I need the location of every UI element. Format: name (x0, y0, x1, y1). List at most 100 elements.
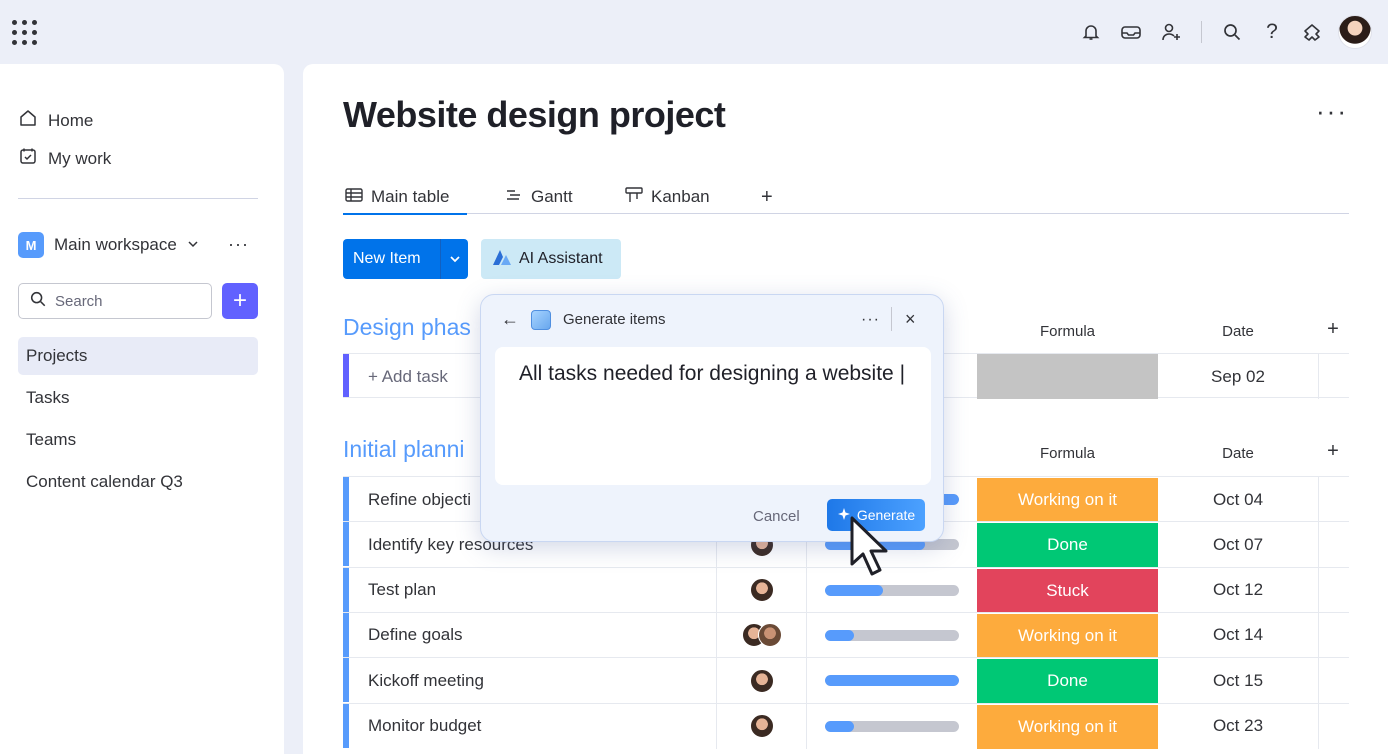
sidebar-item-teams[interactable]: Teams (18, 421, 258, 459)
tab-kanban[interactable]: Kanban (625, 182, 710, 212)
new-item-button[interactable]: New Item (343, 239, 468, 279)
avatar (757, 623, 782, 648)
empty-cell (1318, 567, 1349, 613)
progress-fill (824, 720, 854, 732)
date-cell[interactable]: Oct 04 (1158, 477, 1318, 522)
sidebar-item-label: Content calendar Q3 (26, 472, 183, 491)
date-cell[interactable]: Oct 07 (1158, 522, 1318, 567)
view-tabs: Main table Gantt Kanban + (342, 178, 1349, 215)
add-view-button[interactable]: + (761, 182, 773, 212)
group-color-bar (343, 354, 349, 397)
gantt-icon (505, 187, 523, 208)
back-arrow-icon[interactable]: ← (501, 309, 519, 330)
apps-icon[interactable] (1298, 18, 1326, 46)
group-title[interactable]: Design phas (343, 314, 471, 341)
group-color-bar (343, 703, 349, 748)
inbox-icon[interactable] (1117, 18, 1145, 46)
empty-cell (1318, 354, 1349, 399)
generate-items-icon (531, 309, 551, 330)
date-cell[interactable]: Oct 12 (1158, 568, 1318, 613)
ai-assistant-label: AI Assistant (519, 250, 603, 267)
task-name-cell[interactable]: Monitor budget (368, 704, 718, 749)
avatar (749, 578, 774, 603)
date-cell[interactable]: Oct 23 (1158, 704, 1318, 749)
status-cell[interactable]: Working on it (977, 477, 1158, 522)
status-cell[interactable] (977, 354, 1158, 399)
column-header-date[interactable]: Date (1158, 323, 1318, 340)
dialog-title: Generate items (563, 311, 666, 328)
progress-bar (824, 629, 959, 641)
column-header-date[interactable]: Date (1158, 445, 1318, 462)
tab-label: Kanban (651, 187, 710, 206)
task-name-cell[interactable]: Test plan (368, 568, 718, 613)
group-color-bar (343, 567, 349, 612)
sidebar-item-tasks[interactable]: Tasks (18, 379, 258, 417)
sidebar-my-work[interactable]: My work (18, 146, 111, 171)
workspace-more-button[interactable]: ··· (228, 234, 249, 255)
status-cell[interactable]: Working on it (977, 612, 1158, 658)
status-cell[interactable]: Done (977, 522, 1158, 568)
workspace-selector[interactable]: M Main workspace (18, 232, 199, 258)
empty-cell (1318, 658, 1349, 704)
sidebar-item-content-calendar[interactable]: Content calendar Q3 (18, 463, 258, 501)
tab-label: Gantt (531, 187, 573, 206)
status-cell[interactable]: Working on it (977, 703, 1158, 749)
tab-gantt[interactable]: Gantt (505, 182, 573, 212)
add-column-button[interactable]: + (1321, 318, 1345, 341)
progress-cell (806, 612, 976, 658)
status-cell[interactable]: Stuck (977, 567, 1158, 613)
home-icon (18, 108, 38, 133)
user-avatar[interactable] (1338, 15, 1372, 49)
empty-cell (1318, 703, 1349, 749)
sidebar-item-projects[interactable]: Projects (18, 337, 258, 375)
help-icon[interactable]: ? (1258, 18, 1286, 46)
new-item-label: New Item (353, 250, 421, 267)
empty-cell (1318, 612, 1349, 658)
search-placeholder: Search (55, 292, 103, 310)
column-header-formula[interactable]: Formula (977, 323, 1158, 340)
sidebar-item-label: Teams (26, 430, 77, 449)
invite-member-icon[interactable] (1157, 18, 1185, 46)
sidebar: Home My work M Main workspace ··· Search… (0, 64, 284, 754)
status-cell[interactable]: Done (977, 658, 1158, 704)
add-column-button[interactable]: + (1321, 440, 1345, 463)
progress-bar (824, 720, 959, 732)
bell-icon[interactable] (1077, 18, 1105, 46)
task-name-cell[interactable]: Define goals (368, 613, 718, 658)
dialog-more-button[interactable]: ··· (861, 311, 880, 329)
date-cell[interactable]: Oct 14 (1158, 613, 1318, 658)
task-name-cell[interactable]: Kickoff meeting (368, 658, 718, 703)
column-header-formula[interactable]: Formula (977, 445, 1158, 462)
sidebar-my-work-label: My work (48, 148, 112, 168)
group-color-bar (343, 658, 349, 703)
person-cell[interactable] (716, 612, 806, 658)
top-icons: ? (1077, 14, 1372, 50)
person-cell[interactable] (716, 567, 806, 613)
app-grid-icon[interactable] (12, 20, 38, 46)
progress-fill (824, 629, 854, 641)
add-button[interactable]: + (222, 283, 258, 319)
chevron-down-icon[interactable] (440, 239, 468, 279)
date-cell[interactable]: Sep 02 (1158, 354, 1318, 399)
workspace-name: Main workspace (54, 235, 177, 254)
board-more-button[interactable]: ··· (1316, 98, 1348, 124)
tab-main-table[interactable]: Main table (342, 182, 468, 215)
prompt-textarea[interactable]: All tasks needed for designing a website… (495, 347, 931, 485)
date-cell[interactable]: Oct 15 (1158, 658, 1318, 703)
cancel-button[interactable]: Cancel (753, 508, 800, 525)
sidebar-home-label: Home (48, 110, 94, 130)
my-work-icon (18, 146, 38, 171)
sidebar-search-input[interactable]: Search (18, 283, 212, 319)
close-icon[interactable]: × (905, 309, 916, 330)
progress-cell (806, 658, 976, 704)
top-separator (1201, 21, 1202, 43)
search-icon[interactable] (1218, 18, 1246, 46)
sidebar-item-label: Tasks (26, 388, 70, 407)
group-color-bar (343, 477, 349, 521)
sidebar-home[interactable]: Home (18, 108, 93, 133)
group-title[interactable]: Initial planni (343, 436, 464, 463)
person-cell[interactable] (716, 703, 806, 749)
person-cell[interactable] (716, 658, 806, 704)
group-color-bar (343, 612, 349, 657)
ai-assistant-button[interactable]: AI Assistant (481, 239, 621, 279)
